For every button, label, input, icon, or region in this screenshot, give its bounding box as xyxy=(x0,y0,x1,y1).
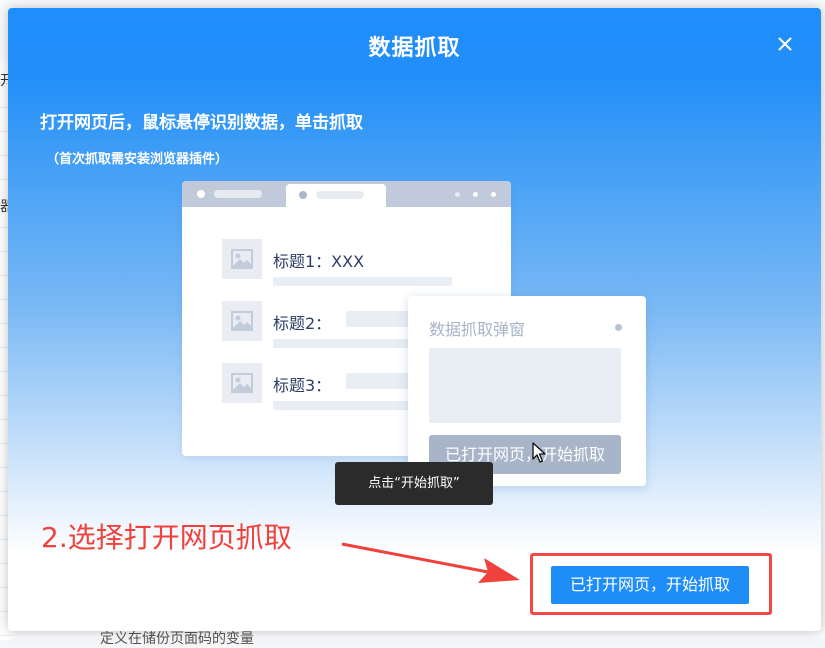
mouse-cursor-icon xyxy=(532,442,546,468)
click-tooltip: 点击“开始抓取” xyxy=(335,462,493,505)
browser-tab-placeholder xyxy=(214,190,262,198)
background-bottom-text: 定义在储份页面码的变量 xyxy=(100,631,254,647)
instruction-subline: （首次抓取需安装浏览器插件） xyxy=(46,152,229,167)
image-placeholder-icon xyxy=(222,301,262,341)
row-title: 标题1：XXX xyxy=(273,252,365,271)
popup-content-placeholder xyxy=(429,348,621,423)
row-line-placeholder xyxy=(273,277,452,286)
step-annotation-label: 2.选择打开网页抓取 xyxy=(41,521,292,554)
annotation-arrow-icon xyxy=(341,542,520,583)
browser-dot xyxy=(491,192,496,197)
data-capture-dialog: 数据抓取 打开网页后，鼠标悬停识别数据，单击抓取 （首次抓取需安装浏览器插件） … xyxy=(8,8,821,631)
image-placeholder-icon xyxy=(222,363,262,403)
row-title: 标题2： xyxy=(273,314,332,333)
start-capture-button[interactable]: 已打开网页，开始抓取 xyxy=(551,566,749,604)
popup-title: 数据抓取弹窗 xyxy=(429,320,526,339)
browser-dot xyxy=(473,192,478,197)
popup-dot xyxy=(615,324,622,331)
close-icon[interactable] xyxy=(774,33,796,55)
browser-tab-placeholder xyxy=(316,191,364,199)
browser-dot xyxy=(299,191,307,199)
instruction-headline: 打开网页后，鼠标悬停识别数据，单击抓取 xyxy=(40,113,363,133)
browser-dot xyxy=(455,192,460,197)
row-title: 标题3： xyxy=(273,376,332,395)
dialog-title: 数据抓取 xyxy=(368,36,461,61)
browser-dot xyxy=(197,190,205,198)
image-placeholder-icon xyxy=(222,239,262,279)
capture-popup-illustration: 数据抓取弹窗 已打开网页，开始抓取 xyxy=(408,296,646,486)
